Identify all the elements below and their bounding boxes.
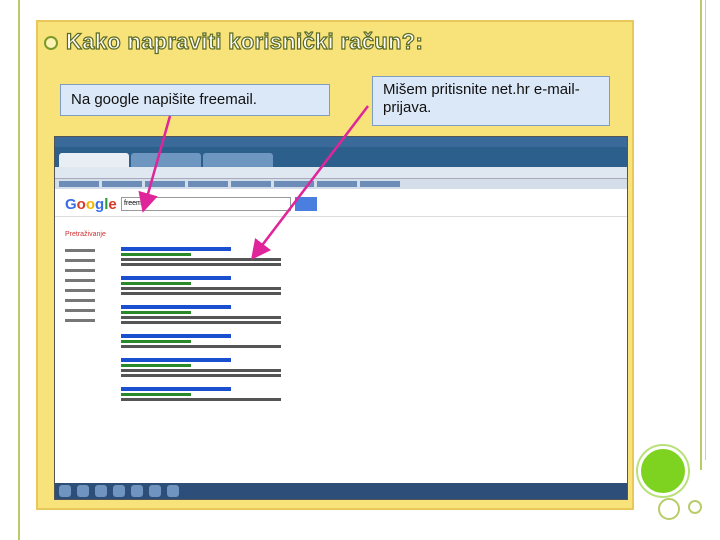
bookmark-item: [317, 181, 357, 187]
bullet-icon: [44, 36, 58, 50]
google-results: [121, 247, 321, 411]
bookmark-item: [274, 181, 314, 187]
sidebar-item: [65, 309, 95, 312]
bookmark-item: [145, 181, 185, 187]
browser-tab: [59, 153, 129, 167]
taskbar-icon: [59, 485, 71, 497]
search-result: [121, 358, 321, 377]
google-search-input: freemail: [121, 197, 291, 211]
sidebar-item: [65, 269, 95, 272]
sidebar-item: [65, 279, 95, 282]
search-result: [121, 276, 321, 295]
windows-taskbar: [55, 483, 627, 499]
browser-tabbar: [55, 147, 627, 167]
browser-tab: [203, 153, 273, 167]
slide: Kako napraviti korisnički račun?: Na goo…: [0, 0, 720, 540]
bookmark-item: [360, 181, 400, 187]
sidebar-item: [65, 249, 95, 252]
search-result: [121, 387, 321, 401]
bookmark-item: [188, 181, 228, 187]
callout-search-instruction: Na google napišite freemail.: [60, 84, 330, 116]
google-search-button: [295, 197, 317, 211]
browser-bookmarks-bar: [55, 179, 627, 189]
right-decor-line: [700, 0, 702, 470]
taskbar-icon: [95, 485, 107, 497]
taskbar-icon: [167, 485, 179, 497]
search-result: [121, 305, 321, 324]
taskbar-icon: [131, 485, 143, 497]
google-header: Google freemail: [55, 191, 627, 217]
sidebar-item: [65, 259, 95, 262]
decor-circle-large: [638, 446, 688, 496]
google-sidebar-label: Pretraživanje: [65, 231, 106, 238]
taskbar-icon: [113, 485, 125, 497]
search-result: [121, 247, 321, 266]
browser-titlebar: [55, 137, 627, 147]
browser-address-bar: [55, 167, 627, 179]
google-sidebar: [65, 249, 115, 329]
callout-click-instruction: Mišem pritisnite net.hr e-mail-prijava.: [372, 76, 610, 126]
decor-circle-small: [688, 500, 702, 514]
right-decor-line-thin: [705, 0, 706, 460]
search-result: [121, 334, 321, 348]
sidebar-item: [65, 319, 95, 322]
sidebar-item: [65, 299, 95, 302]
sidebar-item: [65, 289, 95, 292]
google-logo: Google: [65, 196, 117, 213]
bookmark-item: [102, 181, 142, 187]
bookmark-item: [231, 181, 271, 187]
browser-screenshot: Google freemail Pretraživanje: [54, 136, 628, 500]
bookmark-item: [59, 181, 99, 187]
decor-circle-medium: [658, 498, 680, 520]
left-decor-line: [18, 0, 20, 540]
browser-tab: [131, 153, 201, 167]
taskbar-icon: [77, 485, 89, 497]
slide-title: Kako napraviti korisnički račun?:: [65, 28, 424, 54]
taskbar-icon: [149, 485, 161, 497]
